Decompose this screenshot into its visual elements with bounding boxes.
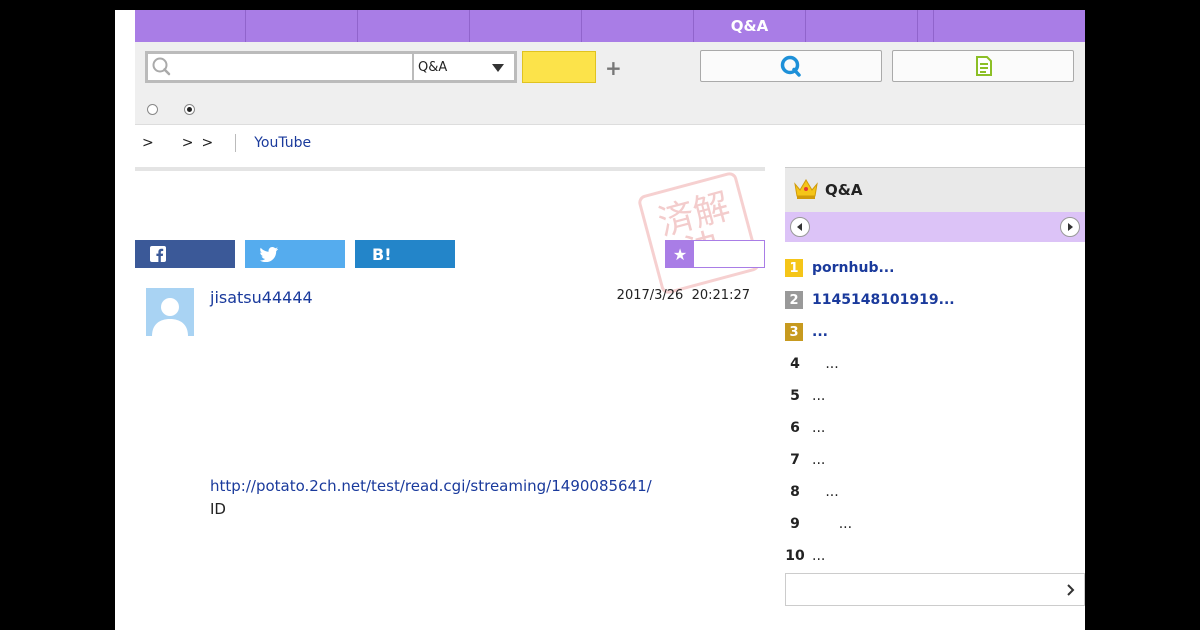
chevron-right-icon xyxy=(1067,584,1075,596)
ranking-number: 1 xyxy=(785,259,803,277)
ranking-item[interactable]: 9 ... xyxy=(785,510,1085,538)
search-button[interactable] xyxy=(522,51,596,83)
ranking-sidebar: Q&A 1 pornhub... 2 1145148101919... 3... 4 ..… xyxy=(785,167,1085,630)
resolved-stamp: 済解決 xyxy=(636,170,762,296)
ranking-item[interactable]: 10... xyxy=(785,542,1085,570)
ranking-item-label: ... xyxy=(812,388,826,404)
ranking-next-button[interactable] xyxy=(1060,217,1080,237)
q-logo-icon xyxy=(780,55,801,77)
avatar xyxy=(146,288,194,336)
search-icon xyxy=(152,57,171,76)
ranking-item[interactable]: 5... xyxy=(785,382,1085,410)
search-bar: Q&A + xyxy=(135,42,1085,125)
post-time: 20:21:27 xyxy=(691,288,750,303)
chevron-down-icon xyxy=(492,64,504,72)
twitter-icon xyxy=(260,246,278,262)
breadcrumb-divider xyxy=(235,134,237,152)
favorite-button[interactable]: ★ xyxy=(665,240,765,268)
note-icon xyxy=(976,56,992,76)
ranking-number: 8 xyxy=(790,484,800,500)
ranking-prev-button[interactable] xyxy=(790,217,810,237)
ranking-item-label: ... xyxy=(812,516,853,532)
page: Q&A Q&A + > > > YouTube 済解決 B! ★ jisatsu… xyxy=(115,10,1085,630)
ranking-more-button[interactable] xyxy=(785,573,1085,606)
nav-tab-5[interactable] xyxy=(582,10,694,42)
question-author[interactable]: jisatsu44444 xyxy=(210,288,313,307)
breadcrumb-separator: > xyxy=(142,135,154,151)
ranking-item-label: 1145148101919... xyxy=(812,292,955,308)
ranking-item[interactable]: 8 ... xyxy=(785,478,1085,506)
ranking-item-label: ... xyxy=(812,452,826,468)
nav-tab-4[interactable] xyxy=(470,10,582,42)
nav-tab-9[interactable] xyxy=(934,10,1085,42)
search-input-wrap xyxy=(148,54,414,80)
triangle-left-icon xyxy=(797,223,802,231)
radio-option-1[interactable] xyxy=(147,104,158,115)
breadcrumb-link-youtube[interactable]: YouTube xyxy=(254,135,311,151)
crown-icon xyxy=(794,179,818,199)
twitter-share-button[interactable] xyxy=(245,240,345,268)
search-input[interactable] xyxy=(176,54,412,80)
facebook-share-button[interactable] xyxy=(135,240,235,268)
radio-option-2[interactable] xyxy=(184,104,195,115)
breadcrumb-separator: > xyxy=(181,135,194,151)
ranking-tabs xyxy=(785,212,1085,242)
add-button[interactable]: + xyxy=(605,56,622,80)
ranking-item-label: ... xyxy=(812,420,826,436)
ranking-item[interactable]: 4 ... xyxy=(785,350,1085,378)
note-button[interactable] xyxy=(892,50,1074,82)
qa-button[interactable] xyxy=(700,50,882,82)
category-select[interactable]: Q&A xyxy=(414,54,514,80)
breadcrumb: > > > YouTube xyxy=(142,133,311,153)
content-divider xyxy=(135,167,765,171)
nav-tab-1[interactable] xyxy=(135,10,246,42)
ranking-item-label: ... xyxy=(812,324,828,340)
nav-tab-qa[interactable]: Q&A xyxy=(694,10,806,42)
ranking-item[interactable]: 3... xyxy=(785,318,1085,346)
ranking-header: Q&A xyxy=(785,167,1085,212)
ranking-item[interactable]: 1 pornhub... xyxy=(785,254,1085,282)
ranking-number: 3 xyxy=(785,323,803,341)
post-link[interactable]: http://potato.2ch.net/test/read.cgi/stre… xyxy=(210,477,652,495)
category-select-value: Q&A xyxy=(418,59,448,75)
ranking-number: 5 xyxy=(790,388,800,404)
ranking-item[interactable]: 2 1145148101919... xyxy=(785,286,1085,314)
post-date: 2017/3/26 xyxy=(616,288,684,303)
ranking-item-label: ... xyxy=(812,484,839,500)
post-datetime: 2017/3/26 20:21:27 xyxy=(555,288,750,303)
ranking-number: 9 xyxy=(790,516,800,532)
ranking-item[interactable]: 6... xyxy=(785,414,1085,442)
ranking-title: Q&A xyxy=(825,181,863,199)
nav-tab-2[interactable] xyxy=(246,10,358,42)
ranking-number: 2 xyxy=(785,291,803,309)
top-navigation: Q&A xyxy=(135,10,1085,42)
hatena-bookmark-icon: B! xyxy=(372,244,392,264)
ranking-number: 7 xyxy=(790,452,800,468)
nav-tab-3[interactable] xyxy=(358,10,470,42)
ranking-item-label: ... xyxy=(812,356,839,372)
user-silhouette-icon xyxy=(152,298,188,336)
ranking-number: 4 xyxy=(790,356,800,372)
facebook-icon xyxy=(150,246,166,262)
hatena-bookmark-button[interactable]: B! xyxy=(355,240,455,268)
breadcrumb-separator: > xyxy=(201,135,214,151)
star-icon: ★ xyxy=(666,241,694,267)
post-id-label: ID xyxy=(210,500,226,518)
ranking-item-label: pornhub... xyxy=(812,260,895,276)
search-box: Q&A xyxy=(145,51,517,83)
triangle-right-icon xyxy=(1068,223,1073,231)
ranking-item[interactable]: 7... xyxy=(785,446,1085,474)
nav-tab-8[interactable] xyxy=(918,10,934,42)
ranking-number: 10 xyxy=(785,548,805,564)
ranking-number: 6 xyxy=(790,420,800,436)
ranking-item-label: ... xyxy=(812,548,826,564)
nav-tab-7[interactable] xyxy=(806,10,918,42)
